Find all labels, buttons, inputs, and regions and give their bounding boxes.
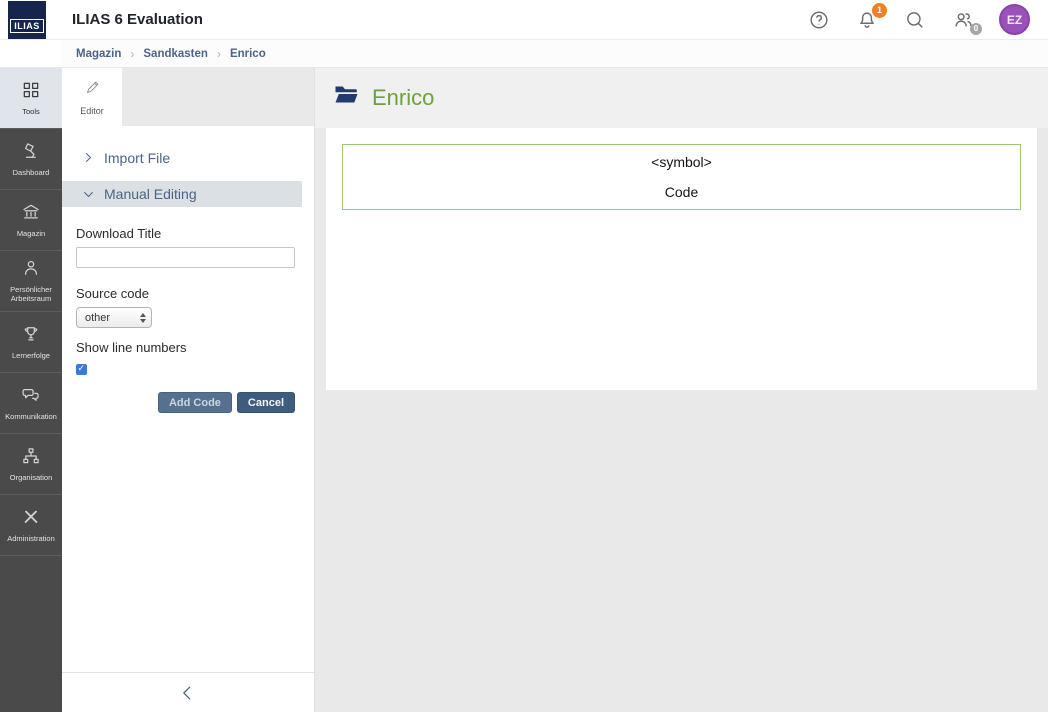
person-icon: [21, 258, 41, 280]
sidebar-item-lernerfolge[interactable]: Lernerfolge: [0, 312, 62, 373]
breadcrumb-link-enrico[interactable]: Enrico: [230, 48, 266, 60]
tool-panel-footer: [62, 672, 314, 712]
manual-editing-label: Manual Editing: [104, 186, 197, 202]
avatar-initials: EZ: [1006, 12, 1023, 27]
sidebar-item-kommunikation[interactable]: Kommunikation: [0, 373, 62, 434]
tool-tabstrip: Editor: [62, 68, 314, 126]
breadcrumb-bar: Magazin › Sandkasten › Enrico: [0, 40, 1048, 68]
folder-icon: [334, 85, 359, 111]
page-content-card: <symbol> Code: [326, 128, 1037, 390]
page-title: Enrico: [372, 85, 435, 110]
sidebar-item-administration[interactable]: Administration: [0, 495, 62, 556]
source-code-select[interactable]: other: [76, 307, 152, 328]
breadcrumb: Magazin › Sandkasten › Enrico: [62, 47, 266, 61]
speech-bubbles-icon: [21, 385, 41, 407]
page-header: Enrico: [315, 68, 1048, 128]
user-avatar[interactable]: EZ: [999, 4, 1030, 35]
chevron-right-icon: [86, 153, 91, 162]
code-block-tag: <symbol>: [651, 154, 712, 170]
tools-grid-icon: [21, 80, 41, 102]
chevron-down-icon: [84, 191, 93, 197]
show-line-numbers-label: Show line numbers: [76, 340, 187, 355]
main-content: Enrico <symbol> Code: [315, 68, 1048, 712]
sidebar-item-label: Magazin: [16, 228, 46, 238]
sidebar-filler: [0, 556, 62, 712]
org-chart-icon: [21, 446, 41, 468]
breadcrumb-link-magazin[interactable]: Magazin: [76, 48, 121, 60]
topbar-icons: 1 0 EZ: [807, 2, 1030, 35]
online-users-icon[interactable]: 0: [951, 8, 982, 35]
tab-editor-label: Editor: [80, 105, 104, 116]
repository-building-icon: [21, 202, 41, 224]
manual-editing-section-toggle[interactable]: Manual Editing: [62, 181, 302, 207]
sidebar-item-dashboard[interactable]: Dashboard: [0, 129, 62, 190]
import-file-section-toggle[interactable]: Import File: [62, 145, 314, 170]
top-bar: ILIAS ILIAS 6 Evaluation 1 0 EZ: [0, 0, 1048, 40]
show-line-numbers-checkbox[interactable]: [76, 363, 87, 375]
dashboard-icon: [21, 141, 41, 163]
sidebar-item-label: Lernerfolge: [12, 350, 50, 360]
main-sidebar: Tools Dashboard Magazin Persönlicher Arb…: [0, 68, 62, 712]
sidebar-item-persoenlicher-arbeitsraum[interactable]: Persönlicher Arbeitsraum: [0, 251, 62, 312]
tool-panel-content: Import File Manual Editing Download Titl…: [62, 126, 314, 672]
download-title-input[interactable]: [76, 247, 295, 268]
notifications-badge: 1: [872, 2, 887, 18]
chevron-left-icon: [183, 686, 191, 699]
collapse-panel-button[interactable]: [178, 683, 198, 703]
form-buttons: Add Code Cancel: [76, 392, 295, 413]
sidebar-item-label: Tools: [22, 106, 40, 116]
manual-editing-form: Download Title Source code other Show li…: [62, 226, 314, 413]
sidebar-item-label: Dashboard: [12, 167, 50, 177]
cancel-button[interactable]: Cancel: [236, 392, 295, 413]
code-block[interactable]: <symbol> Code: [342, 144, 1021, 210]
editor-tool-panel: Editor Import File Manual Editing Downlo…: [62, 68, 315, 712]
sidebar-item-tools[interactable]: Tools: [0, 68, 62, 129]
code-block-label: Code: [664, 184, 699, 200]
pencil-icon: [84, 79, 101, 101]
sidebar-item-label: Kommunikation: [5, 411, 57, 421]
crossed-tools-icon: [21, 507, 41, 529]
tab-editor[interactable]: Editor: [62, 68, 122, 126]
online-users-badge: 0: [970, 22, 982, 35]
breadcrumb-spacer: [0, 40, 62, 67]
sidebar-item-magazin[interactable]: Magazin: [0, 190, 62, 251]
breadcrumb-separator: ›: [216, 46, 221, 61]
help-icon[interactable]: [807, 8, 831, 32]
add-code-button[interactable]: Add Code: [157, 392, 232, 413]
download-title-label: Download Title: [76, 226, 162, 241]
sidebar-item-label: Organisation: [9, 472, 53, 482]
select-stepper-icon: [140, 312, 146, 323]
sidebar-item-label: Administration: [7, 533, 55, 543]
source-code-selected-value: other: [85, 311, 111, 324]
notifications-bell-icon[interactable]: 1: [855, 2, 887, 32]
import-file-label: Import File: [104, 149, 171, 166]
source-code-label: Source code: [76, 286, 149, 301]
app-title: ILIAS 6 Evaluation: [72, 11, 203, 28]
breadcrumb-separator: ›: [130, 46, 135, 61]
sidebar-item-label: Persönlicher Arbeitsraum: [10, 284, 52, 304]
search-icon[interactable]: [903, 8, 927, 32]
trophy-icon: [21, 324, 41, 346]
ilias-logo[interactable]: ILIAS: [8, 0, 46, 39]
ilias-logo-text: ILIAS: [10, 18, 44, 33]
sidebar-item-organisation[interactable]: Organisation: [0, 434, 62, 495]
breadcrumb-link-sandkasten[interactable]: Sandkasten: [143, 48, 208, 60]
